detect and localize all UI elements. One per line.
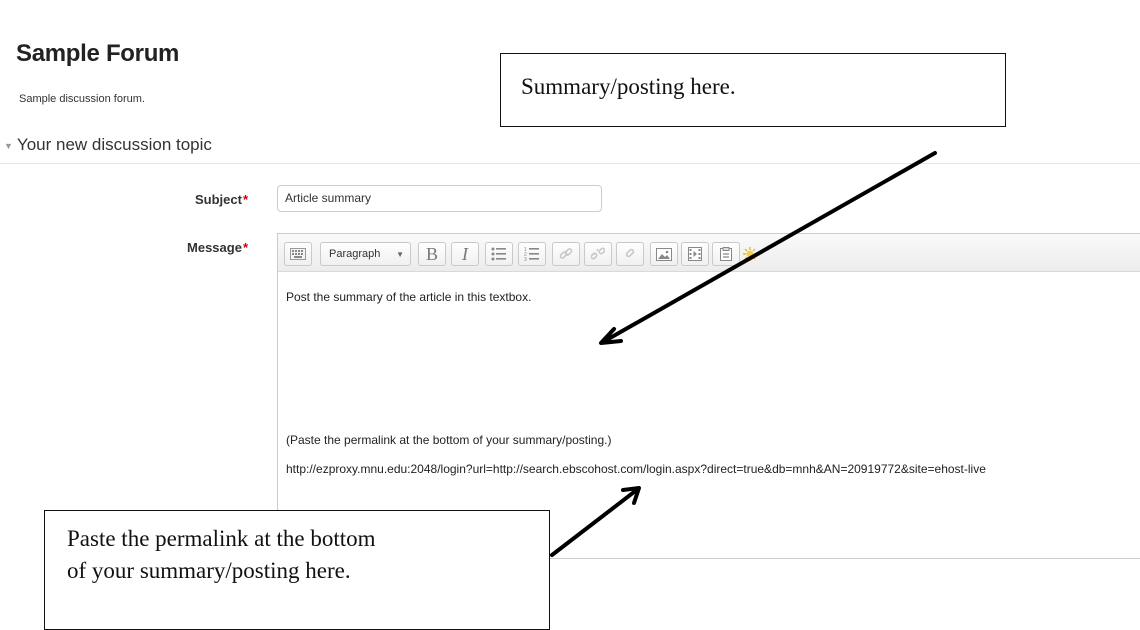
subject-input[interactable]: Article summary <box>277 185 602 212</box>
section-legend-label: Your new discussion topic <box>16 135 212 154</box>
subject-label: Subject* <box>128 192 248 207</box>
spellcheck-icon[interactable] <box>737 242 763 266</box>
callout-bottom-line-2: of your summary/posting here. <box>67 558 351 583</box>
format-select[interactable]: Paragraph ▼ <box>320 242 411 266</box>
format-select-value: Paragraph <box>329 248 381 260</box>
numbered-list-icon[interactable]: 123 <box>518 242 546 266</box>
chevron-down-icon: ▼ <box>396 249 404 259</box>
callout-top: Summary/posting here. <box>500 53 1006 127</box>
bold-icon[interactable]: B <box>418 242 446 266</box>
subject-label-text: Subject <box>194 192 242 207</box>
image-icon[interactable] <box>650 242 678 266</box>
keyboard-icon[interactable] <box>284 242 312 266</box>
unlink-icon[interactable] <box>584 242 612 266</box>
callout-top-text: Summary/posting here. <box>521 74 736 99</box>
editor-toolbar: Paragraph ▼ B I 123 <box>278 234 1140 272</box>
required-icon: * <box>242 192 248 207</box>
italic-icon[interactable]: I <box>451 242 479 266</box>
page-title: Sample Forum <box>16 40 180 67</box>
content-line-2: (Paste the permalink at the bottom of yo… <box>286 433 612 447</box>
message-label-text: Message <box>187 240 242 255</box>
forum-description: Sample discussion forum. <box>19 93 145 105</box>
media-icon[interactable] <box>681 242 709 266</box>
content-line-1: Post the summary of the article in this … <box>286 290 532 304</box>
section-legend[interactable]: ▼ Your new discussion topic <box>4 135 212 155</box>
paste-icon[interactable] <box>712 242 740 266</box>
bullet-list-icon[interactable] <box>485 242 513 266</box>
callout-bottom-line-1: Paste the permalink at the bottom <box>67 526 376 551</box>
message-label: Message* <box>128 240 248 255</box>
collapse-triangle-icon[interactable]: ▼ <box>4 141 13 151</box>
anchor-icon[interactable] <box>616 242 644 266</box>
content-line-3: http://ezproxy.mnu.edu:2048/login?url=ht… <box>286 462 986 476</box>
svg-text:3: 3 <box>524 257 527 261</box>
subject-input-value: Article summary <box>285 191 372 205</box>
callout-bottom: Paste the permalink at the bottom of you… <box>44 510 550 630</box>
required-icon: * <box>242 240 248 255</box>
section-divider <box>0 163 1140 164</box>
link-icon[interactable] <box>552 242 580 266</box>
